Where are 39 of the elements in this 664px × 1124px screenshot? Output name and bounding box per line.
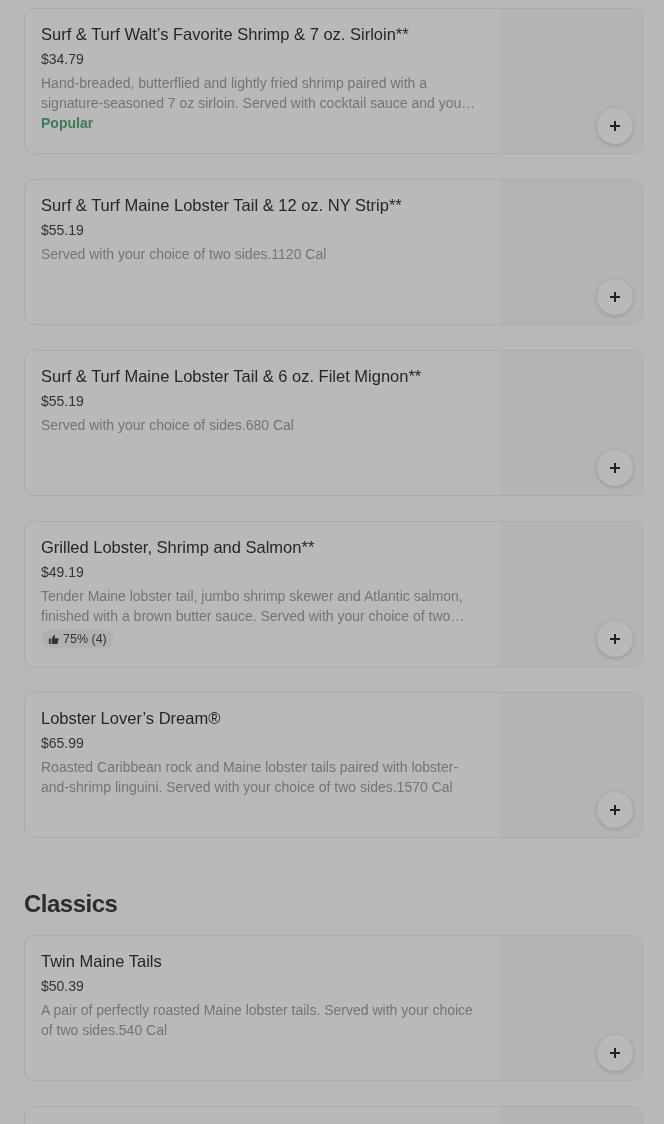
menu-item-card[interactable]: Surf & Turf Maine Lobster Tail & 6 oz. Filet Mignon** $55.19 Served with your choice of sides.680 Cal xyxy=(24,350,643,496)
add-button[interactable] xyxy=(597,279,633,315)
item-price: $65.99 xyxy=(41,734,84,752)
add-button[interactable] xyxy=(597,108,633,144)
item-description: Hand-breaded, butterflied and lightly fried shrimp paired with a signature-seasoned 7 oz sirloin. Served with cocktail sauce and you… xyxy=(41,74,477,113)
item-description: Served with your choice of two sides.1120 Cal xyxy=(41,245,327,264)
plus-icon xyxy=(609,291,621,303)
add-button[interactable] xyxy=(597,1035,633,1071)
item-title: Surf & Turf Maine Lobster Tail & 6 oz. Filet Mignon** xyxy=(41,366,422,387)
item-title: Twin Maine Tails xyxy=(41,951,162,972)
item-description: A pair of perfectly roasted Maine lobster tails. Served with your choice of two sides.540 Cal xyxy=(41,1001,474,1040)
item-description: Tender Maine lobster tail, jumbo shrimp skewer and Atlantic salmon, finished with a brown butter sauce. Served with your choice of two… xyxy=(41,587,466,626)
plus-icon xyxy=(609,633,621,645)
item-title: Grilled Lobster, Shrimp and Salmon** xyxy=(41,537,315,558)
item-price: $50.39 xyxy=(41,977,84,995)
menu-item-card[interactable]: Lobster Lover’s Dream® $65.99 Roasted Caribbean rock and Maine lobster tails paired with lobster-and-shrimp linguini. Served with your choice of two sides.1570 Cal xyxy=(24,692,643,838)
item-title: Lobster Lover’s Dream® xyxy=(41,708,221,729)
plus-icon xyxy=(609,120,621,132)
item-price: $34.79 xyxy=(41,50,84,68)
plus-icon xyxy=(609,1047,621,1059)
item-price: $49.19 xyxy=(41,563,84,581)
item-description: Served with your choice of sides.680 Cal xyxy=(41,416,294,435)
add-button[interactable] xyxy=(597,450,633,486)
item-title: Surf & Turf Walt’s Favorite Shrimp & 7 oz. Sirloin** xyxy=(41,24,409,45)
add-button[interactable] xyxy=(597,621,633,657)
item-price: $55.19 xyxy=(41,392,84,410)
thumbs-up-icon xyxy=(48,633,59,645)
plus-icon xyxy=(609,804,621,816)
add-button[interactable] xyxy=(597,792,633,828)
item-price: $55.19 xyxy=(41,221,84,239)
item-description: Roasted Caribbean rock and Maine lobster tails paired with lobster-and-shrimp linguini. Served with your choice of two sides.1570 Cal xyxy=(41,758,460,797)
section-heading: Classics xyxy=(24,890,119,918)
rating-text: 75% (4) xyxy=(63,632,107,646)
item-title: Surf & Turf Maine Lobster Tail & 12 oz. NY Strip** xyxy=(41,195,402,216)
menu-item-card[interactable]: Surf & Turf Maine Lobster Tail & 12 oz. NY Strip** $55.19 Served with your choice of two sides.1120 Cal xyxy=(24,179,643,325)
popular-label: Popular xyxy=(41,115,94,131)
menu-item-card[interactable]: Twin Maine Tails $50.39 A pair of perfectly roasted Maine lobster tails. Served with your choice of two sides.540 Cal xyxy=(24,935,643,1081)
plus-icon xyxy=(609,462,621,474)
menu-item-card[interactable]: Grilled Lobster, Shrimp and Salmon** $49.19 Tender Maine lobster tail, jumbo shrimp skewer and Atlantic salmon, finished with a brown butter sauce. Served with your choice of two… 75% (4) xyxy=(24,521,643,667)
